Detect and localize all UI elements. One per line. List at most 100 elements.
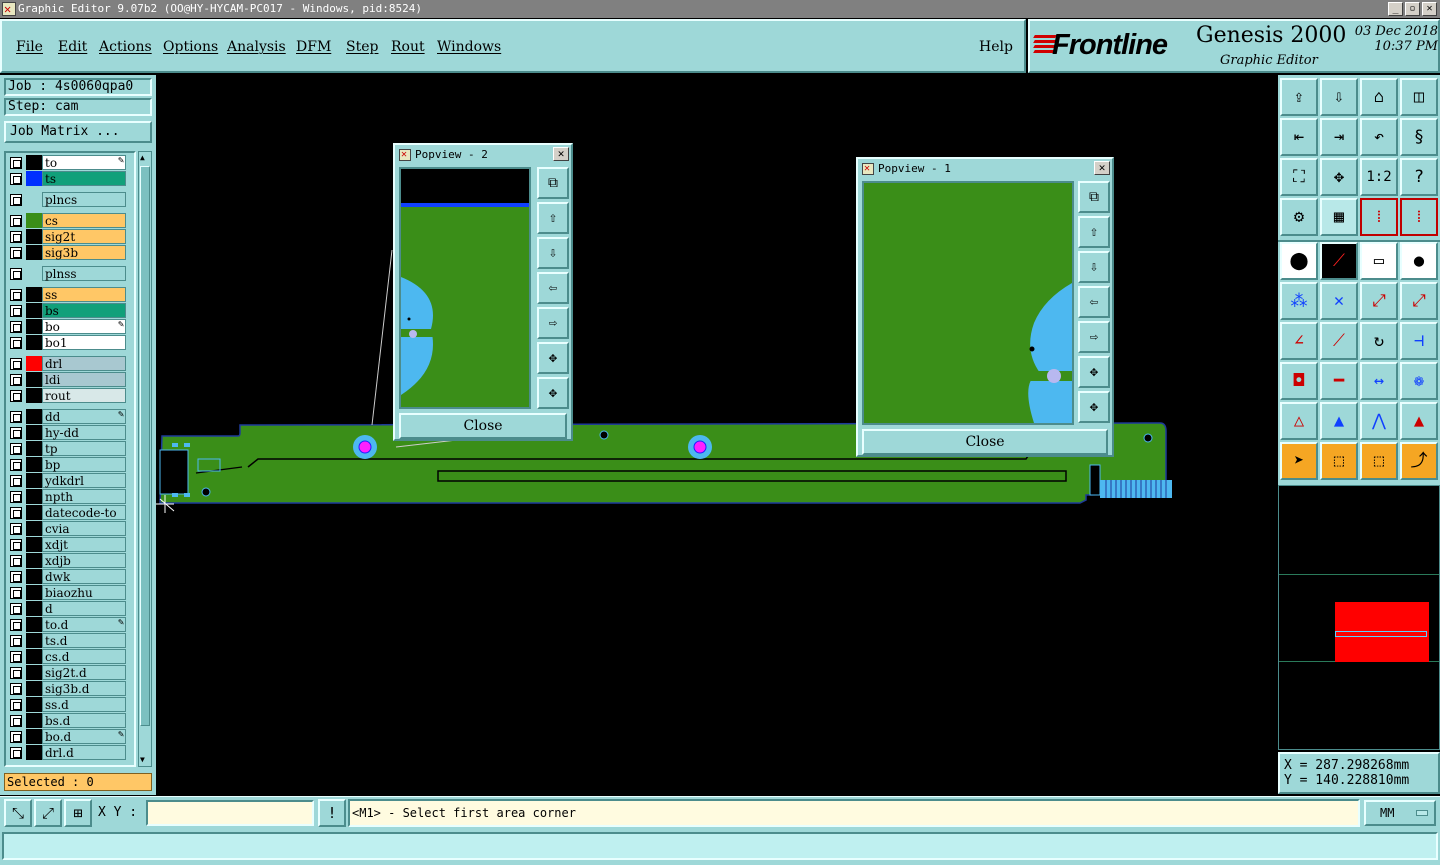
layer-name[interactable]: ss.d [42,697,126,712]
pan-left-icon[interactable]: ⇤ [1280,118,1318,156]
layer-name[interactable]: bo1 [42,335,126,350]
layer-row-drl.d[interactable]: drl.d [8,745,128,760]
connect-icon[interactable]: ⁂ [1280,282,1318,320]
zoom-center-icon[interactable]: ✥ [1320,158,1358,196]
snap-off-icon[interactable]: ⁞ [1400,198,1438,236]
pan-right-icon[interactable]: ⇨ [1078,321,1110,353]
layer-color-swatch[interactable] [26,457,42,472]
menu-options[interactable]: Options [163,39,218,55]
layer-checkbox[interactable] [10,523,22,535]
zoom-fit-icon[interactable]: ⛶ [1280,158,1318,196]
redraw-icon[interactable]: § [1400,118,1438,156]
layer-name[interactable]: dwk [42,569,126,584]
layer-color-swatch[interactable] [26,409,42,424]
layer-color-swatch[interactable] [26,473,42,488]
layer-color-swatch[interactable] [26,335,42,350]
pad-select-icon[interactable]: ● [1400,242,1438,280]
layer-color-swatch[interactable] [26,569,42,584]
layer-color-swatch[interactable] [26,585,42,600]
layer-name[interactable]: ldi [42,372,126,387]
load-up-icon[interactable]: ⇪ [1280,78,1318,116]
fill-tool-icon[interactable]: ▲ [1400,402,1438,440]
ruler-icon[interactable]: ▭ [1360,242,1398,280]
pan-right-icon[interactable]: ⇥ [1320,118,1358,156]
menu-step[interactable]: Step [346,39,378,55]
layer-checkbox[interactable] [10,635,22,647]
layer-row-biaozhu[interactable]: biaozhu [8,585,128,600]
pan-left-icon[interactable]: ⇦ [1078,286,1110,318]
popview-2-close-button[interactable]: Close [399,413,567,439]
line-split-icon[interactable]: ━ [1320,362,1358,400]
layer-color-swatch[interactable] [26,505,42,520]
grid-toggle-icon[interactable]: ⊞ [64,799,92,827]
layer-checkbox[interactable] [10,321,22,333]
break-icon[interactable]: ⊣ [1400,322,1438,360]
layer-checkbox[interactable] [10,571,22,583]
layer-checkbox[interactable] [10,507,22,519]
layer-checkbox[interactable] [10,731,22,743]
layer-checkbox[interactable] [10,358,22,370]
layer-row-d[interactable]: d [8,601,128,616]
layer-color-swatch[interactable] [26,171,42,186]
layer-name[interactable]: biaozhu [42,585,126,600]
stretch-icon[interactable]: ⤢ [1400,282,1438,320]
layer-row-bo1[interactable]: bo1 [8,335,128,350]
home-icon[interactable]: ⌂ [1360,78,1398,116]
snap-on-icon[interactable]: ⁞ [1360,198,1398,236]
delete-node-icon[interactable]: ✕ [1320,282,1358,320]
arc-icon[interactable]: ↻ [1360,322,1398,360]
zoom-window-icon[interactable]: ⧉ [537,167,569,199]
layer-color-swatch[interactable] [26,229,42,244]
layer-row-rout[interactable]: rout [8,388,128,403]
layer-color-swatch[interactable] [26,266,42,281]
layer-checkbox[interactable] [10,667,22,679]
menu-dfm[interactable]: DFM [296,39,331,55]
layer-name[interactable]: plnss [42,266,126,281]
select-net-icon[interactable]: ⤴ [1400,442,1438,480]
layer-color-swatch[interactable] [26,537,42,552]
menu-analysis[interactable]: Analysis [227,39,286,55]
layer-color-swatch[interactable] [26,633,42,648]
arch-tool-icon[interactable]: ⋀ [1360,402,1398,440]
layer-row-tp[interactable]: tp [8,441,128,456]
layer-color-swatch[interactable] [26,553,42,568]
layer-row-cvia[interactable]: cvia [8,521,128,536]
move-node-icon[interactable]: ⤢ [1360,282,1398,320]
layer-name[interactable]: xdjb [42,553,126,568]
layer-row-bo[interactable]: bo ✎ [8,319,128,334]
load-down-icon[interactable]: ⇩ [1320,78,1358,116]
pan-up-icon[interactable]: ⇧ [1078,216,1110,248]
layer-color-swatch[interactable] [26,319,42,334]
layer-name[interactable]: cvia [42,521,126,536]
pan-down-icon[interactable]: ⇩ [1078,251,1110,283]
layer-color-swatch[interactable] [26,617,42,632]
layer-checkbox[interactable] [10,231,22,243]
layer-color-swatch[interactable] [26,155,42,170]
layer-name[interactable]: drl.d [42,745,126,760]
layer-checkbox[interactable] [10,194,22,206]
layer-row-ldi[interactable]: ldi [8,372,128,387]
layer-color-swatch[interactable] [26,213,42,228]
layer-checkbox[interactable] [10,683,22,695]
layer-row-plnss[interactable]: plnss [8,266,128,281]
layer-row-to.d[interactable]: to.d ✎ [8,617,128,632]
angle-icon[interactable]: ∠ [1280,322,1318,360]
layer-row-npth[interactable]: npth [8,489,128,504]
layer-name[interactable]: sig3b [42,245,126,260]
shapes-icon[interactable]: ❁ [1400,362,1438,400]
layer-name[interactable]: bs.d [42,713,126,728]
layer-color-swatch[interactable] [26,356,42,371]
layer-checkbox[interactable] [10,305,22,317]
layer-checkbox[interactable] [10,651,22,663]
layer-checkbox[interactable] [10,411,22,423]
layer-checkbox[interactable] [10,459,22,471]
layer-checkbox[interactable] [10,699,22,711]
layer-row-bs[interactable]: bs [8,303,128,318]
layer-name[interactable]: rout [42,388,126,403]
pan-left-icon[interactable]: ⇦ [537,272,569,304]
pan-down-icon[interactable]: ⇩ [537,237,569,269]
menu-rout[interactable]: Rout [391,39,425,55]
pan-up-icon[interactable]: ⇧ [537,202,569,234]
layer-checkbox[interactable] [10,289,22,301]
layer-row-dd[interactable]: dd ✎ [8,409,128,424]
